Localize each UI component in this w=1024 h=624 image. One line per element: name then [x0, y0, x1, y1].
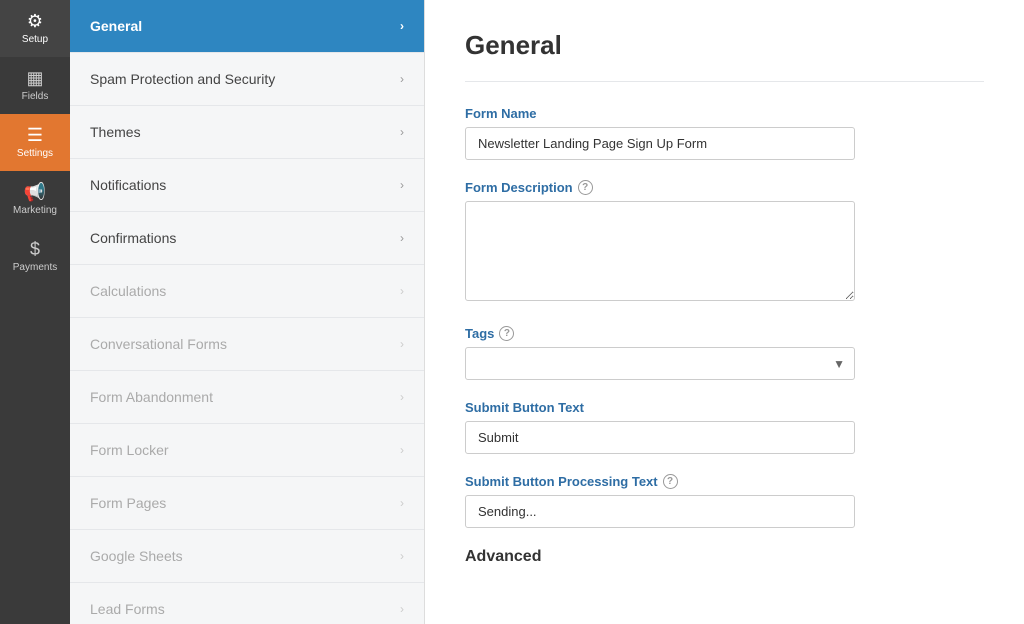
sidebar: General › Spam Protection and Security ›…: [70, 0, 425, 624]
chevron-icon-lead-forms: ›: [400, 602, 404, 616]
nav-item-settings[interactable]: ☰ Settings: [0, 114, 70, 171]
sidebar-item-notifications[interactable]: Notifications ›: [70, 159, 424, 212]
sidebar-item-calculations[interactable]: Calculations ›: [70, 265, 424, 318]
submit-processing-input[interactable]: [465, 495, 855, 528]
settings-icon: ☰: [27, 126, 43, 144]
chevron-icon-conversational: ›: [400, 337, 404, 351]
tags-help-icon[interactable]: ?: [499, 326, 514, 341]
sidebar-label-notifications: Notifications: [90, 177, 166, 193]
nav-item-fields[interactable]: ▦ Fields: [0, 57, 70, 114]
tags-label: Tags ?: [465, 326, 984, 341]
sidebar-label-google-sheets: Google Sheets: [90, 548, 183, 564]
chevron-icon-locker: ›: [400, 443, 404, 457]
chevron-icon-form-pages: ›: [400, 496, 404, 510]
chevron-icon-calculations: ›: [400, 284, 404, 298]
submit-button-text-input[interactable]: [465, 421, 855, 454]
tags-group: Tags ? ▼: [465, 326, 984, 380]
sidebar-item-conversational-forms[interactable]: Conversational Forms ›: [70, 318, 424, 371]
sidebar-label-spam: Spam Protection and Security: [90, 71, 275, 87]
chevron-icon-abandonment: ›: [400, 390, 404, 404]
chevron-icon-google-sheets: ›: [400, 549, 404, 563]
sidebar-item-themes[interactable]: Themes ›: [70, 106, 424, 159]
nav-item-payments[interactable]: $ Payments: [0, 228, 70, 285]
sidebar-label-lead-forms: Lead Forms: [90, 601, 165, 617]
submit-processing-label: Submit Button Processing Text ?: [465, 474, 984, 489]
chevron-icon-general: ›: [400, 19, 404, 33]
sidebar-item-lead-forms[interactable]: Lead Forms ›: [70, 583, 424, 624]
submit-button-text-group: Submit Button Text: [465, 400, 984, 454]
payments-icon: $: [30, 240, 40, 258]
sidebar-label-form-locker: Form Locker: [90, 442, 169, 458]
chevron-icon-confirmations: ›: [400, 231, 404, 245]
sidebar-label-general: General: [90, 18, 142, 34]
sidebar-item-general[interactable]: General ›: [70, 0, 424, 53]
sidebar-item-google-sheets[interactable]: Google Sheets ›: [70, 530, 424, 583]
chevron-icon-spam: ›: [400, 72, 404, 86]
main-content: General Form Name Form Description ? Tag…: [425, 0, 1024, 624]
sidebar-item-confirmations[interactable]: Confirmations ›: [70, 212, 424, 265]
submit-button-text-label: Submit Button Text: [465, 400, 984, 415]
sidebar-item-form-locker[interactable]: Form Locker ›: [70, 424, 424, 477]
nav-label-payments: Payments: [13, 262, 57, 273]
form-description-help-icon[interactable]: ?: [578, 180, 593, 195]
sidebar-item-form-pages[interactable]: Form Pages ›: [70, 477, 424, 530]
sidebar-item-form-abandonment[interactable]: Form Abandonment ›: [70, 371, 424, 424]
nav-label-setup: Setup: [22, 34, 48, 45]
sidebar-label-calculations: Calculations: [90, 283, 166, 299]
sidebar-label-confirmations: Confirmations: [90, 230, 176, 246]
tags-select-wrapper: ▼: [465, 347, 855, 380]
chevron-icon-notifications: ›: [400, 178, 404, 192]
form-name-input[interactable]: [465, 127, 855, 160]
sidebar-label-conversational: Conversational Forms: [90, 336, 227, 352]
sidebar-label-themes: Themes: [90, 124, 141, 140]
nav-label-fields: Fields: [22, 91, 49, 102]
vertical-nav: ⚙ Setup ▦ Fields ☰ Settings 📢 Marketing …: [0, 0, 70, 624]
form-description-group: Form Description ?: [465, 180, 984, 306]
tags-select[interactable]: [465, 347, 855, 380]
marketing-icon: 📢: [24, 183, 46, 201]
chevron-icon-themes: ›: [400, 125, 404, 139]
form-name-group: Form Name: [465, 106, 984, 160]
title-divider: [465, 81, 984, 82]
nav-item-setup[interactable]: ⚙ Setup: [0, 0, 70, 57]
nav-item-marketing[interactable]: 📢 Marketing: [0, 171, 70, 228]
advanced-title: Advanced: [465, 548, 984, 566]
advanced-section: Advanced: [465, 548, 984, 566]
form-name-label: Form Name: [465, 106, 984, 121]
submit-processing-help-icon[interactable]: ?: [663, 474, 678, 489]
sidebar-label-form-abandonment: Form Abandonment: [90, 389, 213, 405]
fields-icon: ▦: [26, 69, 43, 87]
form-description-textarea[interactable]: [465, 201, 855, 301]
nav-label-settings: Settings: [17, 148, 53, 159]
form-description-label: Form Description ?: [465, 180, 984, 195]
submit-processing-group: Submit Button Processing Text ?: [465, 474, 984, 528]
setup-icon: ⚙: [27, 12, 43, 30]
nav-label-marketing: Marketing: [13, 205, 57, 216]
sidebar-item-spam-protection[interactable]: Spam Protection and Security ›: [70, 53, 424, 106]
page-title: General: [465, 30, 984, 61]
sidebar-label-form-pages: Form Pages: [90, 495, 166, 511]
